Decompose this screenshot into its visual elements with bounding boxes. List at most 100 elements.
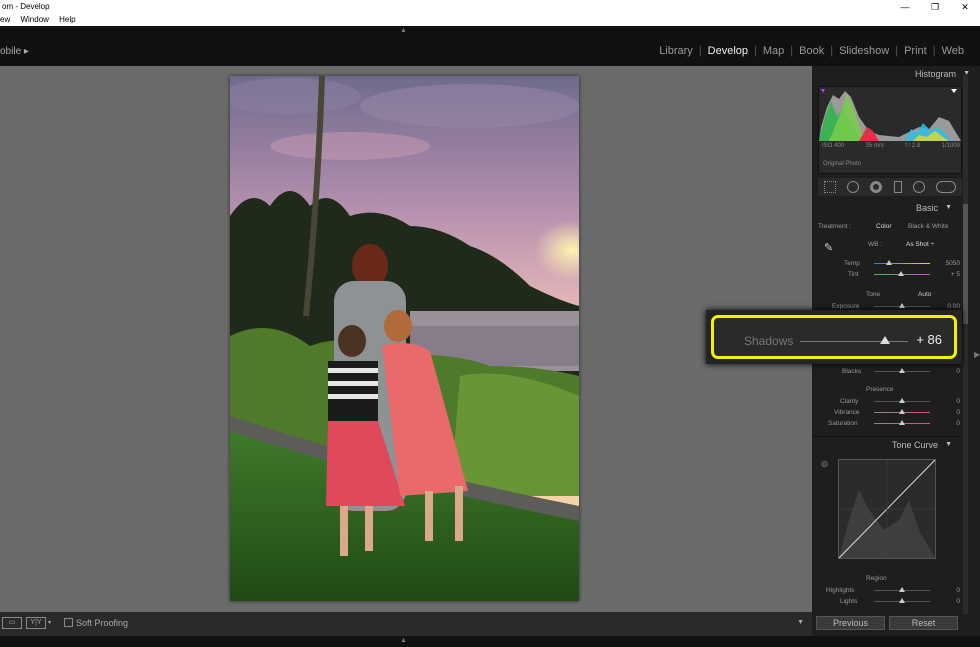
clarity-knob[interactable] [899, 398, 905, 403]
module-slideshow[interactable]: Slideshow [833, 45, 895, 57]
photo-preview[interactable] [230, 76, 579, 601]
before-after-dropdown-icon[interactable]: ▾ [48, 619, 51, 626]
highlights-knob[interactable] [899, 587, 905, 592]
module-map[interactable]: Map [757, 45, 790, 57]
minimize-button[interactable]: — [890, 0, 920, 14]
treatment-bw[interactable]: Black & White [908, 223, 948, 230]
module-print[interactable]: Print [898, 45, 933, 57]
adjustment-brush-icon[interactable] [936, 181, 957, 193]
menu-window[interactable]: Window [20, 15, 48, 24]
panel-actions: Previous Reset [816, 616, 958, 630]
soft-proofing-checkbox[interactable]: Soft Proofing [64, 618, 128, 628]
basic-header[interactable]: Basic [812, 200, 962, 216]
identity-plate[interactable]: obile ▸ [0, 46, 29, 57]
expand-filmstrip-icon[interactable]: ▲ [400, 637, 407, 644]
eyedropper-icon[interactable]: ✎ [824, 241, 833, 254]
radial-filter-icon[interactable] [912, 181, 925, 193]
saturation-knob[interactable] [899, 420, 905, 425]
tint-label: Tint [848, 271, 859, 278]
restore-button[interactable]: ❐ [920, 0, 950, 14]
tint-knob[interactable] [898, 271, 904, 276]
reset-button[interactable]: Reset [889, 616, 958, 630]
tone-label: Tone [866, 291, 881, 298]
clarity-label: Clarity [840, 398, 859, 405]
lights-knob[interactable] [899, 598, 905, 603]
highlights-value[interactable]: 0 [956, 587, 960, 594]
temp-value[interactable]: 5050 [946, 260, 960, 267]
shadows-slider[interactable] [800, 336, 908, 344]
temp-knob[interactable] [886, 260, 892, 265]
wb-select[interactable]: As Shot ÷ [906, 241, 934, 248]
vibrance-slider[interactable] [874, 409, 930, 414]
vibrance-knob[interactable] [899, 409, 905, 414]
close-button[interactable]: ✕ [950, 0, 980, 14]
module-picker: Library | Develop | Map | Book | Slideshow | … [653, 45, 970, 57]
clarity-slider[interactable] [874, 398, 930, 403]
previous-button[interactable]: Previous [816, 616, 885, 630]
saturation-slider[interactable] [874, 420, 930, 425]
module-develop[interactable]: Develop [702, 45, 754, 57]
shadows-label: Shadows [744, 334, 794, 348]
exposure-label: Exposure [832, 303, 860, 310]
crop-icon[interactable] [823, 181, 836, 193]
collapse-top-icon[interactable]: ▲ [400, 27, 407, 34]
spot-removal-icon[interactable] [846, 181, 859, 193]
vibrance-label: Vibrance [834, 409, 860, 416]
scrollbar-thumb[interactable] [963, 204, 968, 324]
highlights-label: Highlights [826, 587, 855, 594]
blacks-knob[interactable] [899, 368, 905, 373]
histogram-graph [819, 89, 961, 141]
exposure-knob[interactable] [899, 303, 905, 308]
aperture: f / 2.8 [905, 143, 921, 149]
shadows-knob[interactable] [880, 336, 890, 344]
bottom-toolbar: ▭ Y|Y ▾ Soft Proofing ▼ [0, 612, 812, 636]
highlights-slider[interactable] [874, 587, 930, 592]
histogram-header[interactable]: Histogram [812, 66, 980, 82]
module-library[interactable]: Library [653, 45, 699, 57]
treatment-color[interactable]: Color [876, 223, 892, 230]
saturation-value[interactable]: 0 [956, 420, 960, 427]
red-eye-icon[interactable] [870, 181, 883, 193]
tint-value[interactable]: + 5 [951, 271, 960, 278]
photo-image [230, 76, 579, 601]
panel-scrollbar[interactable] [963, 74, 968, 614]
highlight-frame: Shadows + 86 [711, 315, 957, 359]
region-label: Region [866, 575, 887, 582]
clarity-value[interactable]: 0 [956, 398, 960, 405]
image-workspace[interactable] [0, 66, 812, 612]
targeted-adjustment-icon[interactable]: ◎ [821, 459, 828, 468]
blacks-value[interactable]: 0 [956, 368, 960, 375]
window-controls: — ❐ ✕ [890, 0, 980, 14]
tool-strip [818, 178, 962, 196]
collapse-right-icon[interactable]: ▶ [974, 350, 980, 359]
original-photo-label[interactable]: Original Photo [823, 161, 861, 167]
vibrance-value[interactable]: 0 [956, 409, 960, 416]
module-book[interactable]: Book [793, 45, 830, 57]
temp-slider[interactable] [874, 260, 930, 265]
treatment-label: Treatment : [818, 223, 851, 230]
exposure-slider[interactable] [874, 303, 930, 308]
auto-button[interactable]: Auto [918, 291, 931, 298]
treatment-row: Treatment : Color Black & White [818, 223, 962, 230]
wb-label: WB : [868, 241, 883, 248]
lights-slider[interactable] [874, 598, 930, 603]
lights-value[interactable]: 0 [956, 598, 960, 605]
blacks-slider[interactable] [874, 368, 930, 373]
histogram: ISO 400 35 mm f / 2.8 1/1000 Original Ph… [818, 86, 962, 174]
menu-view[interactable]: ew [0, 15, 10, 24]
loupe-view-button[interactable]: ▭ [2, 617, 22, 629]
tone-curve-graph[interactable] [838, 459, 936, 559]
toolbar-menu-icon[interactable]: ▼ [797, 619, 804, 626]
tone-curve-header[interactable]: Tone Curve [812, 436, 962, 453]
module-web[interactable]: Web [936, 45, 970, 57]
blacks-label: Blacks [842, 368, 862, 375]
before-after-button[interactable]: Y|Y [26, 617, 46, 629]
exposure-value[interactable]: 0.00 [947, 303, 960, 310]
filmstrip-collapsed: ▲ [0, 636, 980, 647]
menu-help[interactable]: Help [59, 15, 75, 24]
graduated-filter-icon[interactable] [893, 181, 902, 193]
iso-value: ISO 400 [822, 143, 845, 149]
tint-slider[interactable] [874, 271, 930, 276]
shutter-speed: 1/1000 [941, 143, 960, 149]
shadows-value[interactable]: + 86 [916, 332, 942, 347]
